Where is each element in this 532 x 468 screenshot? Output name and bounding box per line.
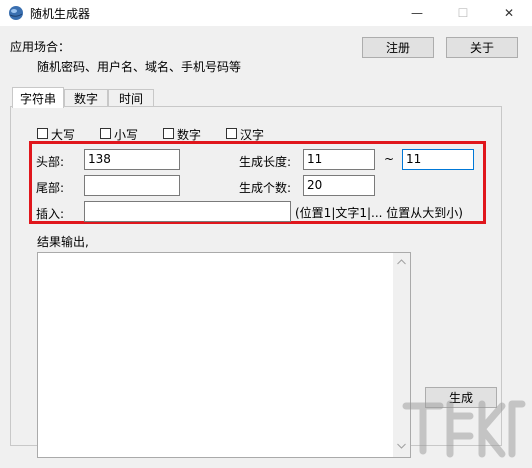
close-icon: ✕ — [503, 6, 515, 20]
tail-input[interactable] — [84, 175, 180, 196]
length-min-input[interactable]: 11 — [303, 149, 375, 170]
insert-hint: (位置1|文字1|... 位置从大到小) — [295, 206, 463, 220]
lowercase-checkbox[interactable] — [100, 128, 111, 139]
chinese-checkbox[interactable] — [226, 128, 237, 139]
tab-time[interactable]: 时间 — [108, 89, 154, 107]
maximize-button[interactable]: ☐ — [440, 0, 486, 26]
tail-label: 尾部: — [36, 181, 65, 195]
output-label: 结果输出, — [37, 235, 89, 249]
length-separator: ~ — [384, 152, 395, 166]
about-button[interactable]: 关于 — [446, 37, 518, 58]
count-input[interactable]: 20 — [303, 175, 375, 196]
usage-title: 应用场合： — [10, 40, 71, 54]
head-label: 头部: — [36, 155, 65, 169]
head-input[interactable]: 138 — [84, 149, 180, 170]
insert-label: 插入: — [36, 207, 65, 221]
minimize-icon: — — [411, 6, 423, 20]
register-button[interactable]: 注册 — [362, 37, 434, 58]
minimize-button[interactable]: — — [394, 0, 440, 26]
title-bar: 随机生成器 — ☐ ✕ — [0, 0, 532, 26]
insert-input[interactable] — [84, 201, 291, 222]
window-title: 随机生成器 — [30, 7, 91, 21]
usage-text: 随机密码、用户名、域名、手机号码等 — [37, 60, 242, 74]
download-site-watermark-icon — [402, 400, 526, 458]
tab-number[interactable]: 数字 — [64, 89, 108, 107]
output-textarea[interactable] — [37, 252, 411, 458]
count-label: 生成个数: — [239, 181, 292, 195]
length-label: 生成长度: — [239, 155, 292, 169]
maximize-icon: ☐ — [457, 6, 469, 20]
tab-string[interactable]: 字符串 — [12, 87, 64, 108]
digits-checkbox[interactable] — [163, 128, 174, 139]
uppercase-checkbox[interactable] — [37, 128, 48, 139]
length-max-input[interactable]: 11 — [402, 149, 474, 170]
scroll-up-icon[interactable] — [397, 259, 406, 265]
close-button[interactable]: ✕ — [486, 0, 532, 26]
app-globe-icon — [9, 6, 23, 20]
